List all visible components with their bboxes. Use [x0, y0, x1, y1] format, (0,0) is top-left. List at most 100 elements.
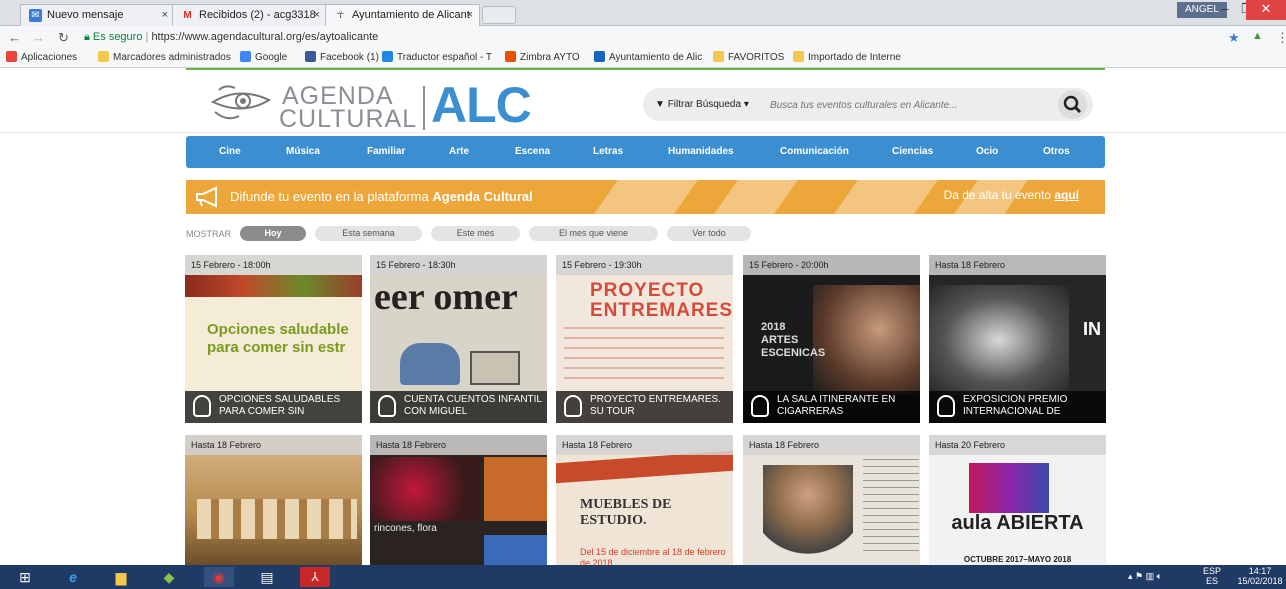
bookmark-label: Zimbra AYTO: [520, 52, 580, 63]
menu-familiar[interactable]: Familiar: [367, 136, 405, 168]
filter-dropdown[interactable]: ▼ Filtrar Búsqueda ▾: [655, 88, 749, 121]
menu-comunicacion[interactable]: Comunicación: [780, 136, 849, 168]
tab-ayuntamiento[interactable]: ☥ Ayuntamiento de Alicant ×: [325, 4, 480, 26]
bookmark-label: Ayuntamiento de Alic: [609, 52, 703, 63]
filter-mes-que-viene[interactable]: El mes que viene: [529, 226, 658, 241]
chrome-icon[interactable]: ◉: [204, 567, 234, 587]
tab-close-icon[interactable]: ×: [162, 5, 168, 26]
minimize-icon[interactable]: –: [1214, 0, 1236, 20]
clock[interactable]: 14:17 15/02/2018: [1236, 566, 1284, 586]
tab-gmail[interactable]: M Recibidos (2) - acg3318 ×: [172, 4, 327, 26]
windows-start-icon[interactable]: ⊞: [10, 567, 40, 587]
menu-escena[interactable]: Escena: [515, 136, 550, 168]
forward-icon[interactable]: →: [32, 30, 45, 45]
promo-banner[interactable]: Difunde tu evento en la plataforma Agend…: [186, 180, 1105, 214]
card-image-text: PROYECTO ENTREMARES: [590, 280, 733, 321]
banner-text-main: Difunde tu evento en la plataforma: [230, 189, 433, 204]
event-date: 15 Febrero - 20:00h: [743, 255, 920, 275]
star-icon[interactable]: ★: [1228, 30, 1240, 46]
ayuntamiento-icon: [594, 51, 605, 62]
page-content: AGENDA CULTURAL ALC ▼ Filtrar Búsqueda ▾…: [0, 68, 1286, 565]
back-icon[interactable]: ←: [8, 30, 21, 45]
event-title: PROYECTO ENTREMARES. SU TOUR: [590, 394, 721, 417]
bookmark-zimbra[interactable]: Zimbra AYTO: [505, 48, 580, 67]
search-button[interactable]: [1058, 90, 1087, 119]
document-icon[interactable]: ▤: [252, 567, 282, 587]
bookmark-favoritos[interactable]: FAVORITOS: [713, 48, 784, 67]
menu-cine[interactable]: Cine: [219, 136, 241, 168]
people-icon[interactable]: ◆: [154, 567, 184, 587]
event-card[interactable]: MUEBLES DE ESTUDIO. Del 15 de diciembre …: [556, 435, 733, 565]
menu-letras[interactable]: Letras: [593, 136, 623, 168]
menu-dots-icon[interactable]: ⋮: [1276, 30, 1286, 46]
file-explorer-icon[interactable]: ▆: [106, 567, 136, 587]
event-title: EXPOSICIÓN PREMIO INTERNACIONAL DE: [963, 394, 1068, 417]
megaphone-icon: [196, 186, 217, 208]
filter-hoy[interactable]: Hoy: [240, 226, 306, 241]
event-card[interactable]: IN Hasta 18 Febrero EXPOSICIÓN PREMIO IN…: [929, 255, 1106, 423]
bookmark-label: Facebook (1): [320, 52, 379, 63]
new-tab-button[interactable]: [482, 6, 516, 24]
filter-este-mes[interactable]: Este mes: [431, 226, 520, 241]
event-card[interactable]: Opciones saludable para comer sin estr 1…: [185, 255, 362, 423]
bookmark-ayuntamiento[interactable]: Ayuntamiento de Alic: [594, 48, 702, 67]
card-stripe: [556, 450, 733, 484]
card-image-text: aula ABIERTA: [951, 512, 1084, 534]
banner-stripe: [834, 180, 938, 214]
card-image-text: MUEBLES DE ESTUDIO.: [580, 497, 672, 528]
menu-ciencias[interactable]: Ciencias: [892, 136, 933, 168]
close-window-icon[interactable]: ✕: [1246, 0, 1286, 20]
event-card[interactable]: rincones, flora Hasta 18 Febrero: [370, 435, 547, 565]
site-logo[interactable]: AGENDA CULTURAL ALC: [209, 76, 549, 133]
tab-nuevo-mensaje[interactable]: ✉ Nuevo mensaje ×: [20, 4, 175, 26]
bookmark-importado[interactable]: Importado de Interne: [793, 48, 901, 67]
acrobat-icon[interactable]: ⅄: [300, 567, 330, 587]
filter-esta-semana[interactable]: Esta semana: [315, 226, 422, 241]
menu-arte[interactable]: Arte: [449, 136, 469, 168]
event-title: OPCIONES SALUDABLES PARA COMER SIN: [219, 394, 341, 417]
language-indicator[interactable]: ESP ES: [1203, 566, 1221, 586]
reload-icon[interactable]: ↻: [58, 30, 69, 46]
card-illustration: [400, 343, 460, 385]
banner-cta[interactable]: Da de alta tu evento aquí: [944, 180, 1079, 210]
bookmark-aplicaciones[interactable]: Aplicaciones: [6, 48, 77, 67]
banner-cta-link[interactable]: aquí: [1054, 188, 1079, 202]
search-input[interactable]: [770, 96, 1040, 114]
bookmark-traductor[interactable]: Traductor español - T: [382, 48, 492, 67]
tray-icons[interactable]: ▴ ⚑ ▥ 🔈︎: [1128, 571, 1162, 581]
event-card[interactable]: aula ABIERTA OCTUBRE 2017–MAYO 2018 Hast…: [929, 435, 1106, 565]
tab-close-icon[interactable]: ×: [467, 5, 473, 26]
event-date: Hasta 18 Febrero: [929, 255, 1106, 275]
event-card[interactable]: PROYECTO ENTREMARES 15 Febrero - 19:30h …: [556, 255, 733, 423]
eye-logo-icon: [210, 85, 272, 120]
tab-close-icon[interactable]: ×: [314, 5, 320, 26]
logo-cultural: CULTURAL: [279, 105, 418, 133]
ie-icon[interactable]: e: [58, 567, 88, 587]
folder-icon: [793, 51, 804, 62]
menu-ocio[interactable]: Ocio: [976, 136, 998, 168]
bookmark-facebook[interactable]: Facebook (1): [305, 48, 379, 67]
banner-text: Difunde tu evento en la plataforma Agend…: [230, 180, 533, 214]
filter-ver-todo[interactable]: Ver todo: [667, 226, 751, 241]
url-text: https://www.agendacultural.org/es/aytoal…: [151, 31, 379, 43]
event-card[interactable]: Hasta 18 Febrero: [185, 435, 362, 565]
event-card[interactable]: eer omer 15 Febrero - 18:30h CUENTA CUEN…: [370, 255, 547, 423]
menu-musica[interactable]: Música: [286, 136, 320, 168]
logo-alc: ALC: [431, 77, 532, 133]
bookmark-google[interactable]: Google: [240, 48, 287, 67]
menu-otros[interactable]: Otros: [1043, 136, 1070, 168]
bookmark-marcadores[interactable]: Marcadores administrados: [98, 48, 231, 67]
card-subtext: Del 15 de diciembre al 18 de febrero de …: [580, 547, 726, 565]
shield-icon: [751, 395, 769, 417]
menu-humanidades[interactable]: Humanidades: [668, 136, 734, 168]
folder-icon: [713, 51, 724, 62]
card-photo: [813, 285, 920, 395]
alc-icon: ☥: [336, 10, 345, 21]
top-accent-line: [186, 68, 1105, 70]
event-card[interactable]: Hasta 18 Febrero: [743, 435, 920, 565]
card-footer: CUENTA CUENTOS INFANTIL CON MIGUEL: [370, 391, 547, 423]
event-card[interactable]: 2018 ARTES ESCENICAS 15 Febrero - 20:00h…: [743, 255, 920, 423]
url-field[interactable]: 🔒︎ Es seguro | https://www.agendacultura…: [84, 28, 1224, 47]
tab-label: Nuevo mensaje: [47, 9, 124, 21]
extension-icon[interactable]: ▲: [1252, 30, 1263, 42]
